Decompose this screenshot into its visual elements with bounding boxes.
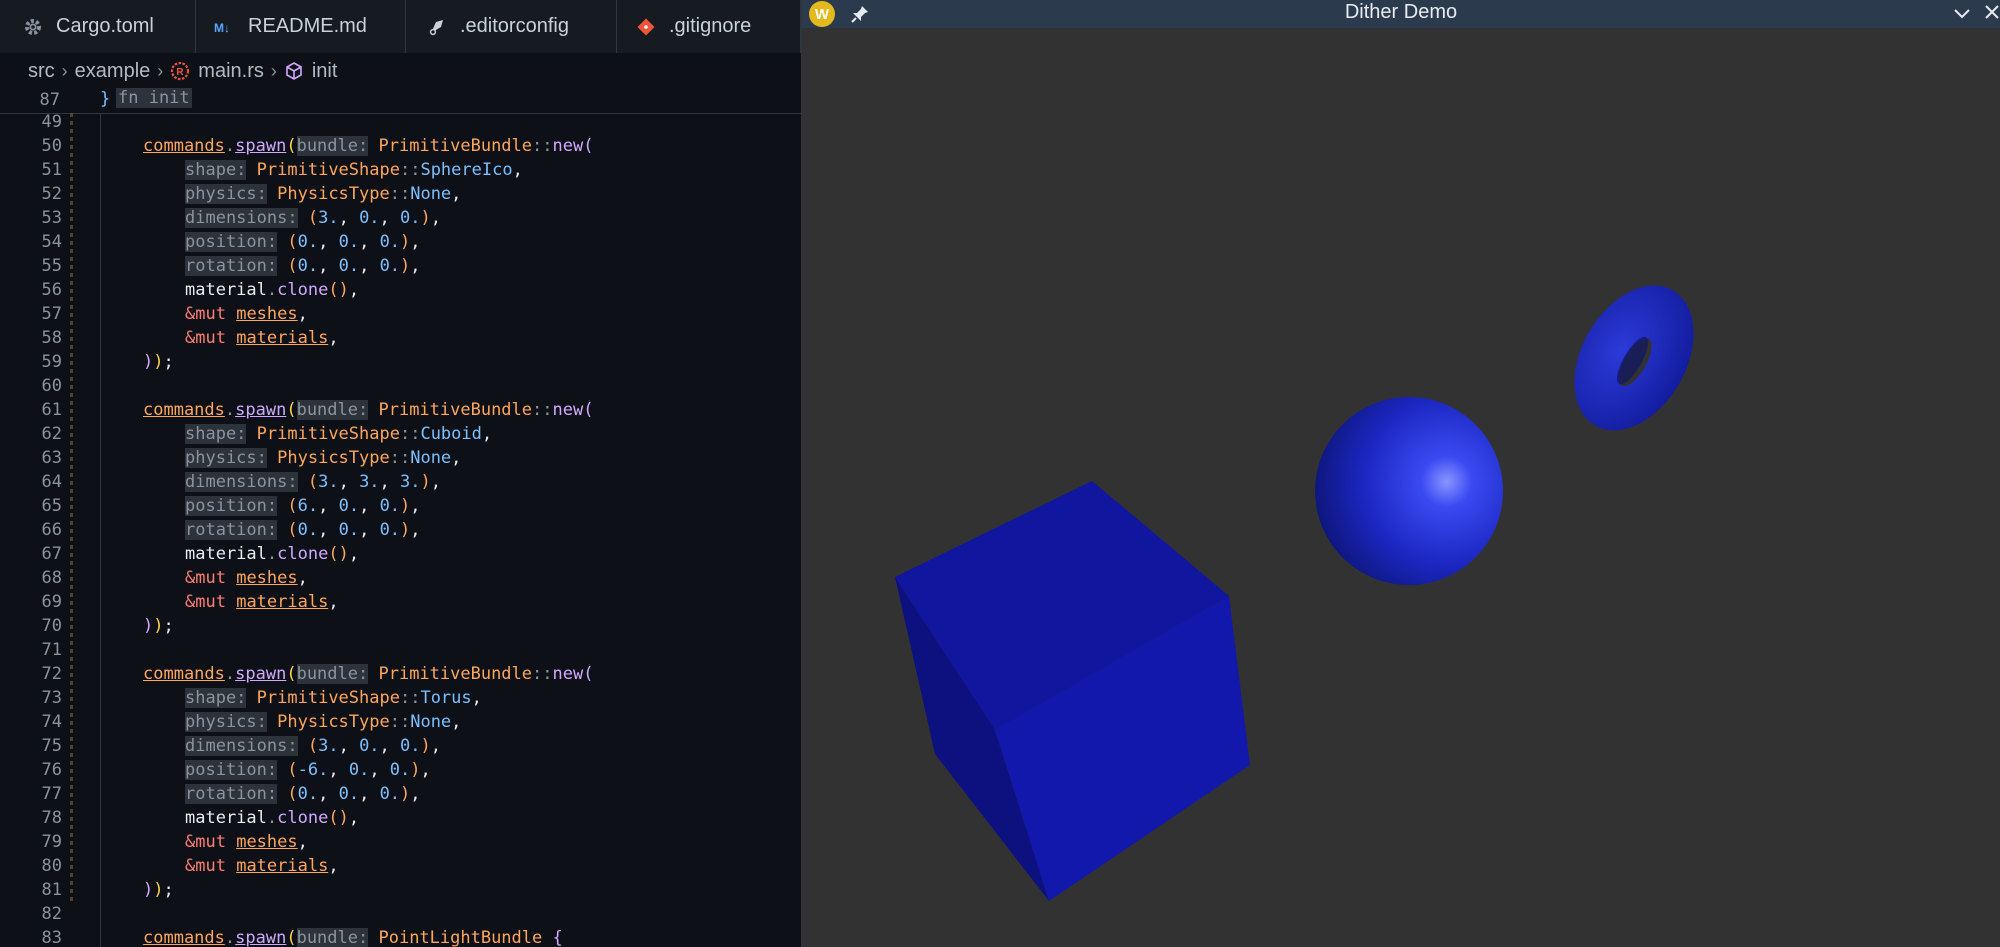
tab-readme[interactable]: M↓ README.md (196, 0, 406, 53)
code-line: 65 position: (6., 0., 0.), (41, 496, 421, 516)
breadcrumb-file[interactable]: main.rs (198, 60, 264, 83)
code-line: 70)); (41, 616, 174, 636)
code-line: 82 (41, 904, 62, 924)
code-line: 50 commands.spawn(bundle: PrimitiveBundle… (41, 136, 594, 156)
breadcrumb-example[interactable]: example (75, 60, 151, 83)
window-title: Dither Demo (1344, 1, 1458, 23)
git-icon (635, 16, 657, 38)
code-line: 68 &mut meshes, (41, 568, 308, 588)
tab-label: .editorconfig (460, 15, 569, 37)
breadcrumb-symbol[interactable]: init (312, 60, 338, 83)
code-line: 57 &mut meshes, (41, 304, 308, 324)
code-line: 77 rotation: (0., 0., 0.), (41, 784, 421, 804)
render-viewport[interactable] (802, 28, 2000, 947)
markdown-icon: M↓ (214, 16, 236, 38)
code-line: 69 &mut materials, (41, 592, 339, 612)
tab-gitignore[interactable]: .gitignore (617, 0, 801, 53)
code-line: 53 dimensions: (3., 0., 0.), (41, 208, 442, 228)
tab-label: Cargo.toml (56, 15, 154, 37)
code-line: 73 shape: PrimitiveShape::Torus, (41, 688, 482, 708)
breadcrumb: src › example › R main.rs › init (28, 56, 337, 86)
close-icon[interactable] (1982, 2, 2000, 29)
code-line: 55 rotation: (0., 0., 0.), (41, 256, 421, 276)
code-line: 72 commands.spawn(bundle: PrimitiveBundle… (41, 664, 594, 684)
chevron-down-icon[interactable] (1952, 3, 1972, 28)
code-line: 51 shape: PrimitiveShape::SphereIco, (41, 160, 523, 180)
code-line: 80 &mut materials, (41, 856, 339, 876)
code-line: 78 material.clone(), (41, 808, 360, 828)
svg-text:M↓: M↓ (214, 21, 230, 34)
editor-tab-bar: Cargo.toml M↓ README.md .editorconfig .g… (0, 0, 801, 53)
sticky-brace: } (100, 89, 111, 109)
tab-cargo-toml[interactable]: Cargo.toml (0, 0, 196, 53)
window-titlebar[interactable]: W Dither Demo (802, 0, 2000, 28)
code-line: 76 position: (-6., 0., 0.), (41, 760, 431, 780)
code-line: 79 &mut meshes, (41, 832, 308, 852)
line-number: 87 (39, 90, 60, 110)
dither-demo-window[interactable]: W Dither Demo (802, 0, 2000, 947)
rust-icon: R (170, 61, 190, 81)
code-line: 64 dimensions: (3., 3., 3.), (41, 472, 442, 492)
code-line: 62 shape: PrimitiveShape::Cuboid, (41, 424, 493, 444)
code-line: 56 material.clone(), (41, 280, 360, 300)
code-line: 58 &mut materials, (41, 328, 339, 348)
tab-label: README.md (248, 15, 367, 37)
code-line: 49 (41, 112, 62, 132)
code-line: 67 material.clone(), (41, 544, 360, 564)
cube-icon (284, 61, 304, 81)
code-line: 60 (41, 376, 62, 396)
svg-text:R: R (177, 67, 185, 78)
code-line: 63 physics: PhysicsType::None, (41, 448, 462, 468)
tab-label: .gitignore (669, 15, 752, 37)
code-line: 52 physics: PhysicsType::None, (41, 184, 462, 204)
code-line: 59)); (41, 352, 174, 372)
code-line: 81)); (41, 880, 174, 900)
code-line: 74 physics: PhysicsType::None, (41, 712, 462, 732)
code-line: 66 rotation: (0., 0., 0.), (41, 520, 421, 540)
chevron-right-icon: › (61, 60, 68, 81)
code-editor[interactable]: Cargo.toml M↓ README.md .editorconfig .g… (0, 0, 802, 947)
code-line: 83 commands.spawn(bundle: PointLightBundl… (41, 928, 563, 947)
editorconfig-icon (426, 16, 448, 38)
sticky-function: fn init (116, 88, 192, 108)
sphere-object (1315, 397, 1503, 585)
gear-icon (22, 16, 44, 38)
code-line: 61 commands.spawn(bundle: PrimitiveBundle… (41, 400, 594, 420)
code-line: 75 dimensions: (3., 0., 0.), (41, 736, 442, 756)
breadcrumb-src[interactable]: src (28, 60, 55, 83)
chevron-right-icon: › (157, 60, 164, 81)
code-line: 54 position: (0., 0., 0.), (41, 232, 421, 252)
code-line: 71 (41, 640, 62, 660)
chevron-right-icon: › (270, 60, 277, 81)
tab-editorconfig[interactable]: .editorconfig (406, 0, 617, 53)
